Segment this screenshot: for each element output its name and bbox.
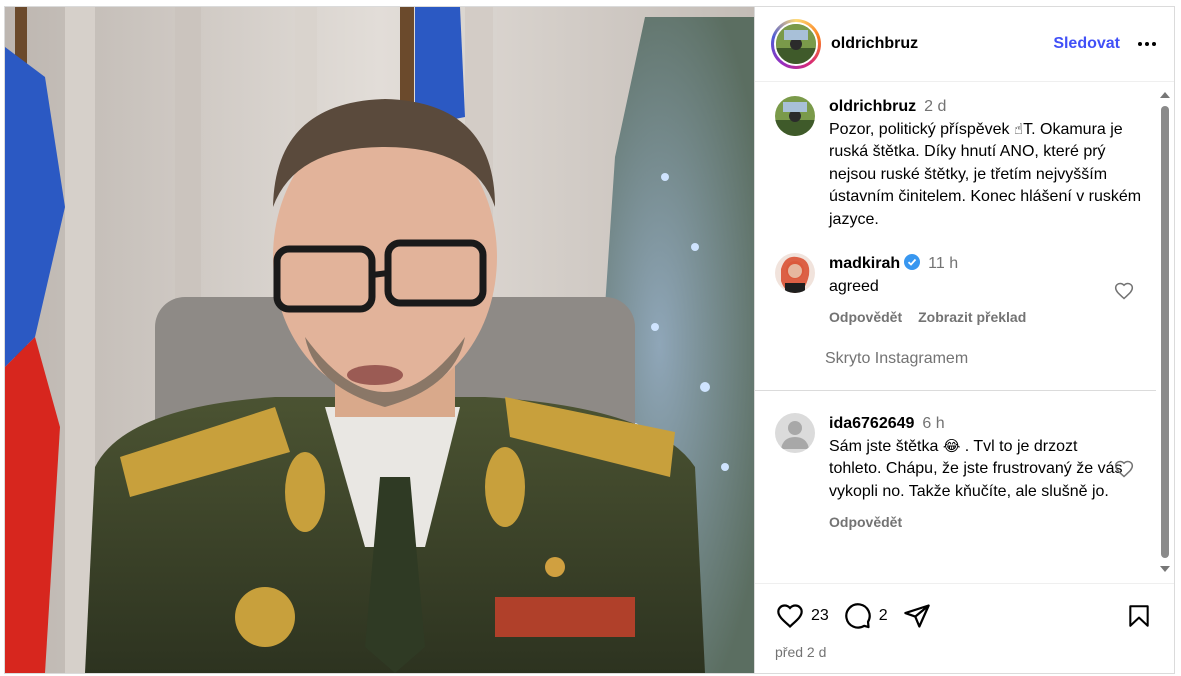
caption-text: Pozor, politický příspěvek ☝T. Okamura j… — [829, 120, 1142, 228]
commenter-avatar[interactable] — [775, 253, 815, 293]
comment-text: agreed — [829, 277, 879, 295]
verified-badge-icon — [904, 254, 921, 270]
more-options-icon[interactable] — [1134, 34, 1160, 54]
author-avatar[interactable] — [771, 19, 821, 69]
post-actions-footer: 23 2 před 2 d — [755, 583, 1174, 673]
scroll-up-arrow-icon[interactable] — [1160, 92, 1170, 98]
show-translation-button[interactable]: Zobrazit překlad — [918, 308, 1026, 326]
author-username[interactable]: oldrichbruz — [831, 35, 918, 53]
pointing-up-emoji: ☝ — [1013, 120, 1024, 138]
comment-count[interactable]: 2 — [879, 607, 888, 625]
reply-button[interactable]: Odpovědět — [829, 308, 902, 326]
commenter-username[interactable]: ida6762649 — [829, 415, 914, 432]
post-header: oldrichbruz Sledovat — [755, 7, 1174, 82]
caption-username[interactable]: oldrichbruz — [829, 98, 916, 115]
post-side-panel: oldrichbruz Sledovat oldrichbruz 2 d Pozo… — [754, 7, 1174, 673]
caption-time[interactable]: 2 d — [924, 98, 946, 115]
comment-time[interactable]: 11 h — [928, 255, 958, 272]
comment-item: madkirah 11 h agreed Odpovědět Zobrazit p… — [755, 253, 1174, 326]
comment-like-heart-icon[interactable] — [1114, 281, 1134, 301]
post-dialog: oldrichbruz Sledovat oldrichbruz 2 d Pozo… — [4, 6, 1175, 674]
post-video[interactable] — [5, 7, 754, 673]
comment-time[interactable]: 6 h — [922, 415, 944, 432]
like-count[interactable]: 23 — [811, 607, 829, 625]
post-caption: oldrichbruz 2 d Pozor, politický příspěve… — [755, 96, 1174, 231]
hidden-by-instagram-note[interactable]: Skryto Instagramem — [825, 350, 1174, 368]
comment-text: Sám jste štětka 😂 . Tvl to je drzozt toh… — [829, 437, 1123, 500]
bookmark-icon[interactable] — [1124, 601, 1154, 631]
video-frame-image — [5, 7, 754, 673]
reply-button[interactable]: Odpovědět — [829, 513, 902, 531]
scroll-down-arrow-icon[interactable] — [1160, 566, 1170, 572]
post-date[interactable]: před 2 d — [775, 644, 1154, 660]
commenter-username[interactable]: madkirah — [829, 255, 900, 272]
caption-avatar[interactable] — [775, 96, 815, 136]
comment-icon[interactable] — [843, 601, 873, 631]
comment-item: ida6762649 6 h Sám jste štětka 😂 . Tvl to… — [755, 413, 1174, 531]
follow-button[interactable]: Sledovat — [1053, 35, 1120, 53]
comment-like-heart-icon[interactable] — [1114, 459, 1134, 479]
share-icon[interactable] — [902, 601, 932, 631]
comments-list[interactable]: oldrichbruz 2 d Pozor, politický příspěve… — [755, 82, 1174, 583]
laughing-emoji: 😂 — [942, 437, 961, 455]
commenter-avatar-default[interactable] — [775, 413, 815, 453]
heart-icon[interactable] — [775, 601, 805, 631]
divider — [755, 390, 1156, 391]
